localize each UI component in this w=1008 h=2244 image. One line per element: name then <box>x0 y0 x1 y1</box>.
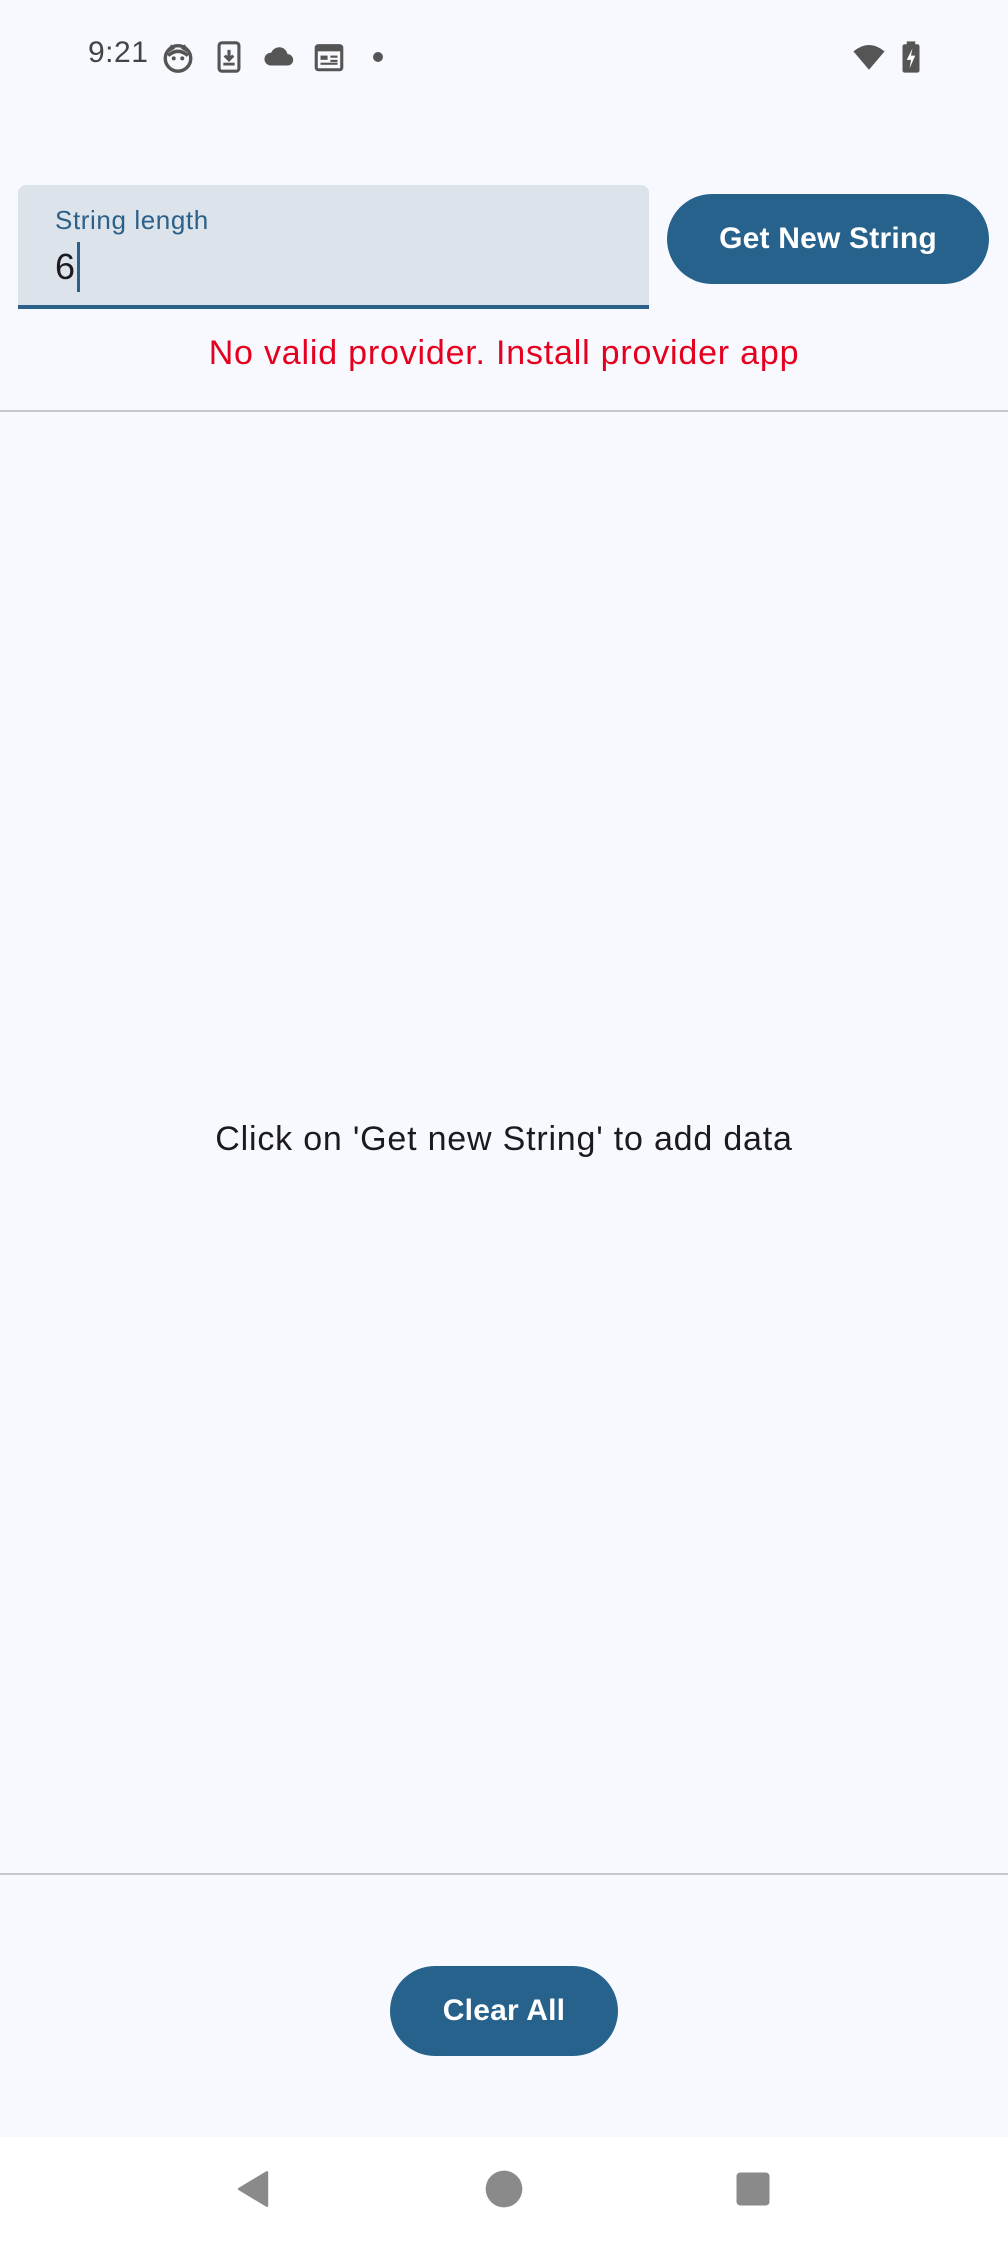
cat-face-icon <box>161 40 195 74</box>
wifi-icon <box>852 40 886 74</box>
cloud-icon <box>262 40 296 74</box>
top-divider <box>0 410 1008 412</box>
status-time: 9:21 <box>88 36 149 69</box>
bottom-divider <box>0 1873 1008 1875</box>
dot-icon <box>361 40 395 74</box>
error-message: No valid provider. Install provider app <box>208 334 800 372</box>
string-length-input[interactable]: String length 6 <box>18 185 649 309</box>
recents-icon[interactable] <box>731 2167 775 2211</box>
clear-all-button[interactable]: Clear All <box>390 1966 618 2056</box>
download-phone-icon <box>212 40 246 74</box>
text-cursor <box>77 242 81 292</box>
get-new-string-button[interactable]: Get New String <box>667 194 989 284</box>
calendar-icon <box>312 40 346 74</box>
string-length-label: String length <box>55 205 209 235</box>
home-icon[interactable] <box>482 2167 526 2211</box>
empty-state-message: Click on 'Get new String' to add data <box>215 1120 793 1158</box>
status-bar: 9:21 <box>0 0 1008 112</box>
string-length-value[interactable]: 6 <box>55 242 81 292</box>
battery-charging-icon <box>894 40 928 74</box>
back-icon[interactable] <box>232 2167 276 2211</box>
navigation-bar <box>0 2137 1008 2244</box>
string-length-text: 6 <box>55 246 76 287</box>
